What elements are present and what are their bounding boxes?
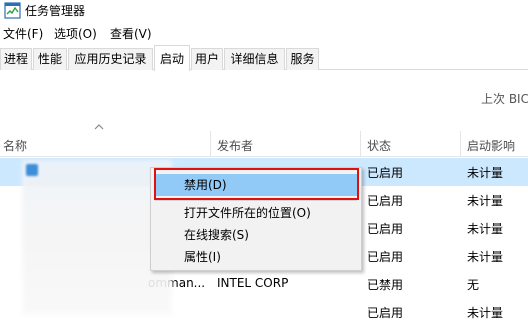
column-divider[interactable] (460, 131, 461, 157)
sort-ascending-icon (94, 124, 104, 130)
menu-file[interactable]: 文件(F) (3, 26, 43, 42)
impact-cell: 未计量 (467, 194, 504, 208)
tab-bar: 进程 性能 应用历史记录 启动 用户 详细信息 服务 (0, 44, 528, 71)
table-header: 名称 发布者 状态 启动影响 (0, 131, 528, 157)
publisher-cell: INTEL CORP (217, 276, 289, 290)
tab-users[interactable]: 用户 (191, 48, 223, 70)
impact-cell: 未计量 (467, 250, 504, 264)
status-cell: 已启用 (367, 306, 404, 320)
column-divider[interactable] (210, 131, 211, 157)
impact-cell: 未计量 (467, 306, 504, 320)
column-status[interactable]: 状态 (367, 137, 391, 154)
menu-view[interactable]: 查看(V) (110, 26, 152, 42)
impact-cell: 未计量 (467, 222, 504, 236)
column-name[interactable]: 名称 (3, 137, 27, 154)
impact-cell: 无 (467, 278, 480, 292)
window-title: 任务管理器 (25, 4, 86, 18)
context-item-properties[interactable]: 属性(I) (184, 249, 221, 265)
status-cell: 已启用 (367, 222, 404, 236)
tab-services[interactable]: 服务 (286, 48, 319, 70)
title-bar: 任务管理器 (0, 0, 528, 24)
column-startup-impact[interactable]: 启动影响 (467, 137, 515, 154)
menu-separator (155, 200, 357, 201)
column-publisher[interactable]: 发布者 (217, 137, 253, 154)
status-cell: 已启用 (367, 166, 404, 180)
tab-app-history[interactable]: 应用历史记录 (68, 48, 153, 70)
red-highlight-box (154, 168, 359, 200)
last-bios-time-label: 上次 BIC (481, 92, 528, 106)
column-divider[interactable] (360, 131, 361, 157)
tab-processes[interactable]: 进程 (0, 48, 32, 70)
status-cell: 已启用 (367, 250, 404, 264)
context-item-search-online[interactable]: 在线搜索(S) (184, 227, 249, 243)
menu-options[interactable]: 选项(O) (54, 26, 97, 42)
impact-cell: 未计量 (467, 166, 504, 180)
status-cell: 已启用 (367, 194, 404, 208)
tab-details[interactable]: 详细信息 (224, 48, 285, 70)
app-icon (26, 164, 38, 176)
menu-bar: 文件(F) 选项(O) 查看(V) (0, 24, 528, 44)
tab-performance[interactable]: 性能 (33, 48, 67, 70)
context-item-open-file-location[interactable]: 打开文件所在的位置(O) (184, 205, 311, 221)
tab-startup[interactable]: 启动 (154, 45, 190, 71)
status-cell: 已禁用 (367, 278, 404, 292)
task-manager-icon (4, 2, 21, 19)
